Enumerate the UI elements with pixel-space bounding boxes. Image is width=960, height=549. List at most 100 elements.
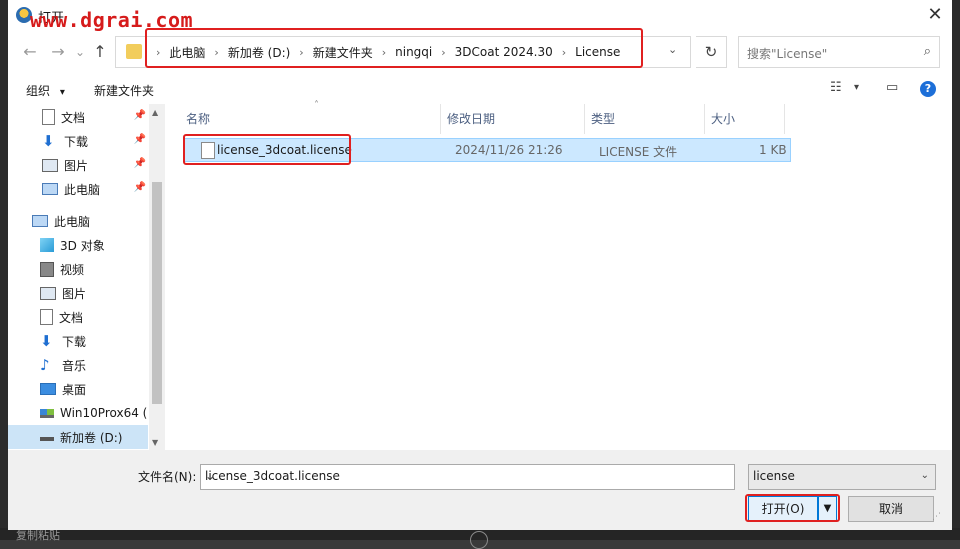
breadcrumb-sep-icon: › [381, 45, 387, 59]
sidebar-item-3d-objects[interactable]: 3D 对象 [8, 233, 148, 257]
sidebar-item-label: 下载 [62, 334, 87, 349]
sidebar-item-downloads[interactable]: ⬇ 下载 [8, 329, 148, 353]
address-dropdown-icon[interactable]: ⌄ [668, 43, 677, 56]
sidebar-item-this-pc[interactable]: 此电脑 [8, 209, 148, 233]
file-list: ˄ 名称 修改日期 类型 大小 license_3dcoat.license 2… [174, 100, 952, 450]
column-header-name[interactable]: 名称 [186, 110, 210, 127]
document-icon [42, 109, 55, 125]
folder-icon [126, 44, 142, 59]
cancel-button[interactable]: 取消 [848, 496, 934, 522]
sidebar-item-label: 新加卷 (D:) [60, 430, 123, 445]
column-header-size[interactable]: 大小 [711, 110, 735, 127]
new-folder-button[interactable]: 新建文件夹 [94, 82, 154, 99]
breadcrumb-sep-icon: › [214, 45, 219, 59]
breadcrumb-drive-d[interactable]: 新加卷 (D:) [228, 44, 290, 61]
recent-locations-button[interactable]: ⌄ [70, 42, 90, 62]
video-icon [40, 261, 54, 277]
open-file-dialog: 打开 www.dgrai.com ✕ ← → ⌄ ↑ › 此电脑 › 新加卷 (… [8, 0, 952, 530]
pin-icon: 📌 [133, 158, 146, 169]
open-button[interactable]: 打开(O) [748, 496, 818, 522]
organize-button[interactable]: 组织 ▾ [26, 82, 65, 99]
scroll-up-icon[interactable]: ▲ [152, 108, 158, 117]
preview-pane-icon[interactable]: ▭ [886, 80, 898, 95]
download-icon: ⬇ [42, 132, 55, 150]
sidebar-item-documents-quick[interactable]: 文档 📌 [8, 105, 148, 129]
breadcrumb-3dcoat[interactable]: 3DCoat 2024.30 [455, 45, 553, 59]
sidebar-scroll-thumb[interactable] [152, 182, 162, 404]
sidebar-item-downloads-quick[interactable]: ⬇ 下载 📌 [8, 129, 148, 153]
navigation-pane: 文档 📌 ⬇ 下载 📌 图片 📌 此电脑 📌 此电脑 3D 对象 视频 图片 文… [8, 104, 163, 450]
sidebar-item-label: 图片 [64, 158, 89, 173]
search-box[interactable]: 搜索"License" ⌕ [738, 36, 940, 68]
column-divider[interactable] [784, 104, 785, 134]
file-date: 2024/11/26 21:26 [455, 143, 563, 157]
column-divider[interactable] [584, 104, 585, 134]
bottom-panel: 文件名(N): license_3dcoat.license ⌄ license… [8, 450, 952, 530]
refresh-button[interactable]: ↻ [696, 36, 727, 68]
picture-icon [40, 286, 56, 300]
picture-icon [42, 158, 58, 172]
breadcrumb-this-pc[interactable]: 此电脑 [169, 44, 205, 61]
breadcrumb-sep-icon: › [441, 45, 446, 59]
filetype-select[interactable]: license ⌄ [748, 464, 936, 490]
column-divider[interactable] [704, 104, 705, 134]
breadcrumb-license[interactable]: License [575, 45, 620, 59]
download-icon: ⬇ [40, 332, 53, 350]
filename-input[interactable]: license_3dcoat.license ⌄ [200, 464, 735, 490]
sidebar-item-music[interactable]: ♪ 音乐 [8, 353, 148, 377]
back-button[interactable]: ← [20, 42, 40, 62]
help-icon[interactable]: ? [920, 81, 936, 97]
background-circle-icon [470, 531, 488, 549]
sidebar-item-this-pc-quick[interactable]: 此电脑 📌 [8, 177, 148, 201]
sidebar-item-drive-c[interactable]: Win10Prox64 (C [8, 401, 148, 425]
document-icon [40, 309, 53, 325]
sidebar-item-label: 文档 [59, 310, 84, 325]
sidebar-item-label: 图片 [62, 286, 87, 301]
column-header-date[interactable]: 修改日期 [447, 110, 495, 127]
sidebar-scrollbar[interactable]: ▲ ▼ [149, 104, 165, 450]
computer-icon [32, 215, 48, 227]
sort-indicator-icon: ˄ [314, 100, 319, 111]
forward-button[interactable]: → [48, 42, 68, 62]
breadcrumb-new-folder[interactable]: 新建文件夹 [313, 44, 373, 61]
sidebar-item-desktop[interactable]: 桌面 [8, 377, 148, 401]
column-header-type[interactable]: 类型 [591, 110, 615, 127]
drive-c-icon [40, 408, 54, 418]
up-button[interactable]: ↑ [90, 42, 110, 62]
pin-icon: 📌 [133, 110, 146, 121]
table-row[interactable]: license_3dcoat.license 2024/11/26 21:26 … [184, 138, 791, 162]
sidebar-item-label: 此电脑 [54, 214, 91, 229]
filename-dropdown-icon[interactable]: ⌄ [205, 469, 730, 483]
sidebar-item-label: 视频 [60, 262, 85, 277]
sidebar-item-drive-d[interactable]: 新加卷 (D:) [8, 425, 148, 449]
sidebar-item-label: 文档 [61, 110, 86, 125]
sidebar-item-pictures[interactable]: 图片 [8, 281, 148, 305]
view-dropdown-icon[interactable]: ▾ [854, 82, 859, 93]
file-size: 1 KB [759, 143, 787, 157]
filetype-dropdown-icon: ⌄ [920, 470, 929, 481]
breadcrumb-ningqi[interactable]: ningqi [395, 45, 432, 59]
sidebar-item-documents[interactable]: 文档 [8, 305, 148, 329]
organize-label: 组织 [26, 84, 51, 98]
sidebar-item-label: 下载 [64, 134, 89, 149]
file-icon [201, 142, 215, 159]
sidebar-item-pictures-quick[interactable]: 图片 📌 [8, 153, 148, 177]
breadcrumb-sep-icon: › [156, 45, 161, 59]
close-button[interactable]: ✕ [922, 2, 948, 28]
drive-d-icon [40, 433, 54, 441]
address-bar[interactable]: › 此电脑 › 新加卷 (D:) › 新建文件夹 › ningqi › 3DCo… [115, 36, 691, 68]
search-input[interactable]: 搜索"License" [747, 45, 827, 62]
sidebar-item-videos[interactable]: 视频 [8, 257, 148, 281]
breadcrumb-sep-icon: › [561, 45, 567, 59]
sidebar-item-label: 此电脑 [64, 182, 101, 197]
sidebar-item-label: 音乐 [62, 358, 87, 373]
scroll-down-icon[interactable]: ▼ [152, 438, 158, 447]
view-options-icon[interactable]: ☷ [830, 80, 842, 95]
music-icon: ♪ [40, 356, 50, 374]
open-options-button[interactable]: ▼ [818, 496, 837, 522]
organize-arrow-icon: ▾ [59, 87, 65, 98]
sidebar-item-label: 3D 对象 [60, 238, 105, 253]
column-divider[interactable] [440, 104, 441, 134]
resize-grip-icon[interactable]: ⋰ [932, 512, 941, 522]
computer-icon [42, 183, 58, 195]
